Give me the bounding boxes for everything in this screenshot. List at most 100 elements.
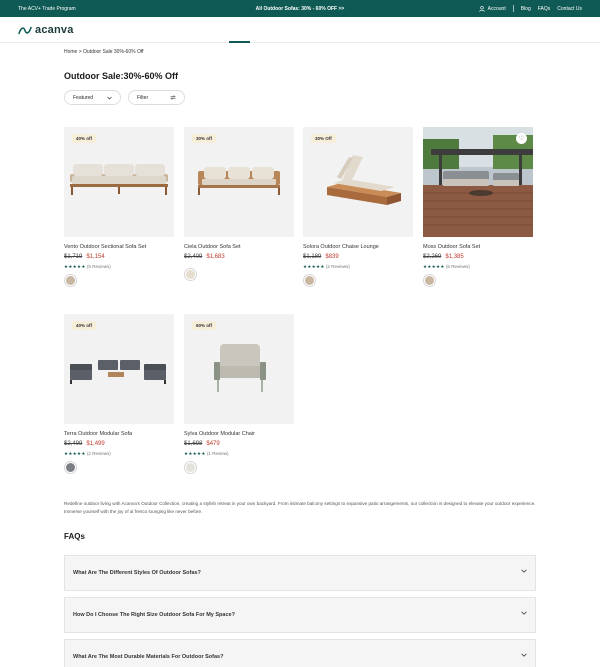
faq-question: What Are The Different Styles Of Outdoor… [73, 570, 201, 576]
product-image[interactable]: 40% off [64, 314, 174, 424]
swatch-fill [186, 463, 195, 472]
product-name[interactable]: Ciela Outdoor Sofa Set [184, 244, 241, 250]
star-rating: ★★★★★ [303, 264, 325, 269]
sort-label: Featured [73, 94, 94, 101]
star-rating: ★★★★★ [64, 264, 86, 269]
star-rating: ★★★★★ [184, 451, 206, 456]
wishlist-heart-icon[interactable]: ♡ [516, 133, 527, 144]
faq-question: What Are The Most Durable Materials For … [73, 654, 224, 660]
discount-badge: 30% Off [311, 134, 336, 143]
modular-chair-image [214, 344, 266, 392]
faq-item[interactable]: How Do I Choose The Right Size Outdoor S… [64, 597, 536, 633]
swatch-fill [186, 270, 195, 279]
sale-price: $1,499 [86, 441, 105, 447]
color-swatch[interactable] [64, 461, 77, 474]
contact-link[interactable]: Contact Us [557, 6, 582, 12]
logo-text: acanva [35, 24, 74, 36]
review-count: (5 Reviews) [86, 264, 111, 269]
faq-question: How Do I Choose The Right Size Outdoor S… [73, 612, 235, 618]
review-count: (6 Reviews) [445, 264, 470, 269]
chaise-lounge-image [327, 155, 401, 205]
blog-link[interactable]: Blog [521, 6, 531, 12]
product-card[interactable]: 40% off Terra Outdoor Modular Sofa $2,49… [64, 314, 174, 474]
chevron-down-icon [521, 569, 527, 573]
product-image[interactable]: 30% Off [303, 127, 413, 237]
product-name[interactable]: Vento Outdoor Sectional Sofa Set [64, 244, 146, 250]
sale-price: $1,683 [206, 254, 225, 260]
account-link[interactable]: Account [478, 5, 506, 12]
price-row: $1,189 $839 [303, 254, 339, 260]
sort-dropdown[interactable]: Featured [64, 90, 121, 105]
discount-badge: 40% off [72, 134, 97, 143]
product-card[interactable]: 60% off Sylva Outdoor Modular Chair $1,6… [184, 314, 294, 474]
site-header: acanva [0, 17, 600, 43]
swatch-fill [425, 276, 434, 285]
original-price: $1,698 [184, 441, 203, 447]
rating[interactable]: ★★★★★ (5 Reviews) [64, 264, 111, 270]
swatch-fill [66, 463, 75, 472]
page-title: Outdoor Sale:30%-60% Off [64, 71, 179, 81]
user-icon [478, 5, 485, 12]
faqs-link[interactable]: FAQs [538, 6, 551, 12]
product-name[interactable]: Solora Outdoor Chaise Lounge [303, 244, 379, 250]
faq-heading: FAQs [64, 532, 85, 541]
sale-price: $479 [206, 441, 220, 447]
sale-price: $1,154 [86, 254, 105, 260]
filter-icon [170, 95, 176, 100]
sofa-image [198, 167, 280, 195]
modular-sofa-image [70, 360, 166, 384]
product-image[interactable]: 30% off [184, 127, 294, 237]
product-card[interactable]: 40% off Vento Outdoor Sectional Sofa Set… [64, 127, 174, 287]
active-nav-indicator [229, 41, 250, 43]
price-row: $2,499 $1,499 [64, 441, 105, 447]
product-image[interactable]: 60% off [184, 314, 294, 424]
color-swatch[interactable] [64, 274, 77, 287]
collection-description: Redefine outdoor living with Acanva's Ou… [64, 501, 536, 514]
color-swatch[interactable] [423, 274, 436, 287]
account-label: Account [487, 5, 506, 12]
product-card[interactable]: 30% off Ciela Outdoor Sofa Set $2,409 $1,… [184, 127, 294, 281]
star-rating: ★★★★★ [64, 451, 86, 456]
discount-badge: 40% off [72, 321, 97, 330]
logo-mark-icon [18, 26, 32, 34]
sale-price: $1,385 [445, 254, 464, 260]
product-image[interactable]: 40% off [64, 127, 174, 237]
chevron-down-icon [107, 96, 112, 99]
sectional-sofa-image [70, 164, 168, 195]
color-swatch[interactable] [303, 274, 316, 287]
rating[interactable]: ★★★★★ (2 Reviews) [303, 264, 350, 270]
breadcrumb[interactable]: Home > Outdoor Sale 30%-60% Off [64, 49, 144, 55]
chevron-down-icon [521, 653, 527, 657]
original-price: $1,719 [64, 254, 83, 260]
sale-price: $839 [325, 254, 339, 260]
original-price: $1,189 [303, 254, 322, 260]
rating[interactable]: ★★★★★ (1 Review) [184, 451, 228, 457]
product-image[interactable]: ♡ [423, 127, 533, 237]
color-swatch[interactable] [184, 461, 197, 474]
rating[interactable]: ★★★★★ (6 Reviews) [423, 264, 470, 270]
price-row: $2,409 $1,683 [184, 254, 225, 260]
original-price: $2,499 [64, 441, 83, 447]
announcement-bar: The ACV+ Trade Program All Outdoor Sofas… [0, 0, 600, 17]
price-row: $1,719 $1,154 [64, 254, 105, 260]
product-name[interactable]: Sylva Outdoor Modular Chair [184, 431, 255, 437]
star-rating: ★★★★★ [423, 264, 445, 269]
faq-item[interactable]: What Are The Most Durable Materials For … [64, 639, 536, 667]
discount-badge: 60% off [192, 321, 217, 330]
color-swatch[interactable] [184, 268, 197, 281]
faq-item[interactable]: What Are The Different Styles Of Outdoor… [64, 555, 536, 591]
review-count: (2 Reviews) [86, 451, 111, 456]
chevron-down-icon [521, 611, 527, 615]
filter-button[interactable]: Filter [128, 90, 185, 105]
product-name[interactable]: Terra Outdoor Modular Sofa [64, 431, 132, 437]
product-name[interactable]: Moss Outdoor Sofa Set [423, 244, 480, 250]
price-row: $1,698 $479 [184, 441, 220, 447]
logo[interactable]: acanva [18, 24, 74, 36]
swatch-fill [305, 276, 314, 285]
patio-scene-image [423, 127, 533, 237]
product-card[interactable]: ♡ Moss Outdoor Sofa Set $2,269 $1,385 ★★★… [423, 127, 533, 287]
review-count: (2 Reviews) [325, 264, 350, 269]
product-card[interactable]: 30% Off Solora Outdoor Chaise Lounge $1,… [303, 127, 413, 287]
rating[interactable]: ★★★★★ (2 Reviews) [64, 451, 111, 457]
price-row: $2,269 $1,385 [423, 254, 464, 260]
